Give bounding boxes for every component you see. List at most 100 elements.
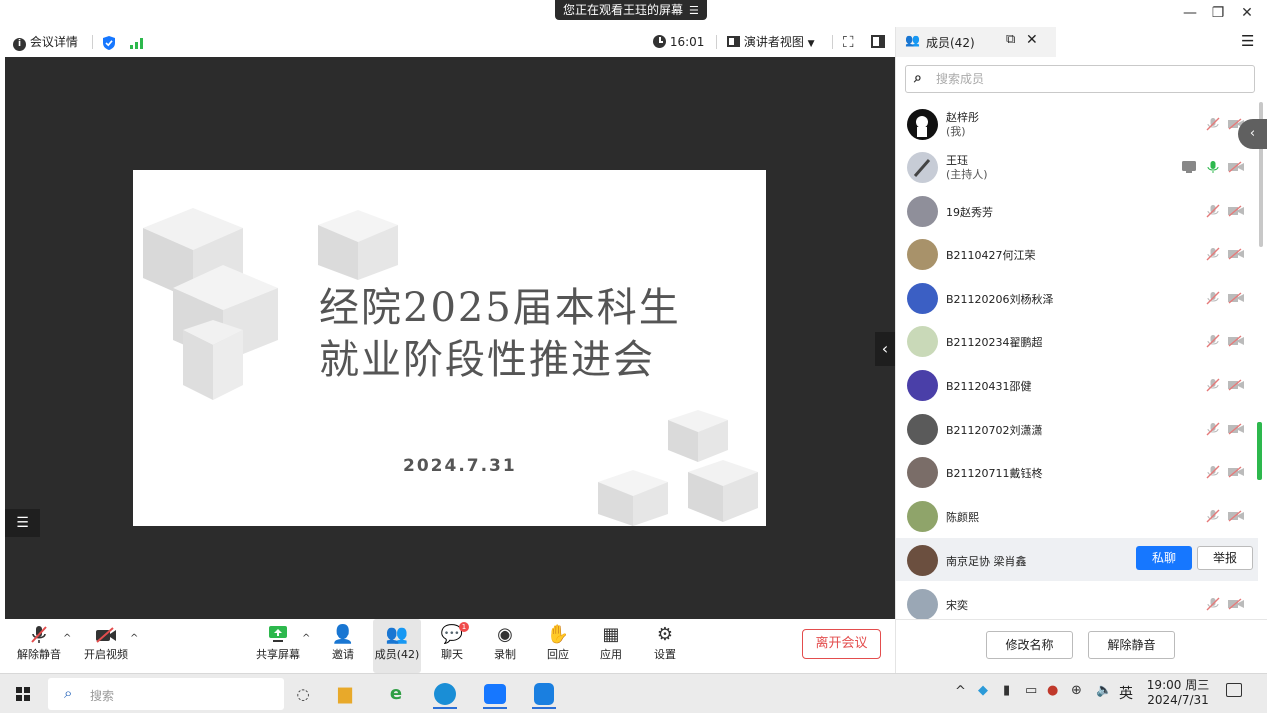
invite-button[interactable]: 👤 邀请 xyxy=(313,619,373,673)
list-item[interactable]: B21120431邵健 xyxy=(896,363,1258,406)
member-search-input[interactable] xyxy=(936,70,1236,88)
report-button[interactable]: 举报 xyxy=(1197,546,1253,570)
signal-strength-icon[interactable] xyxy=(129,27,145,57)
task-view-icon[interactable]: ◌ xyxy=(285,679,321,709)
meeting-details-button[interactable]: i 会议详情 xyxy=(13,27,78,57)
camera-off-icon[interactable] xyxy=(1228,466,1244,478)
browser-ie-icon[interactable]: e xyxy=(378,679,414,709)
tray-security-icon[interactable]: ● xyxy=(1047,683,1058,698)
panel-collapse-button[interactable]: ‹ xyxy=(1238,119,1267,149)
start-video-button[interactable]: 开启视频 xyxy=(76,619,136,673)
members-button[interactable]: 👥 成员(42) xyxy=(373,619,421,673)
volume-icon[interactable]: 🔈 xyxy=(1096,683,1112,698)
list-item[interactable]: B2110427何江荣 xyxy=(896,232,1258,275)
notification-icon[interactable] xyxy=(1226,683,1242,697)
list-item[interactable]: B21120702刘潇潇 xyxy=(896,407,1258,450)
list-item[interactable]: 19赵秀芳 xyxy=(896,189,1258,232)
member-name: 19赵秀芳 xyxy=(946,206,993,219)
list-item[interactable]: B21120711戴钰柊 xyxy=(896,450,1258,493)
restore-icon[interactable]: ❐ xyxy=(1208,3,1228,23)
list-item[interactable]: B21120206刘杨秋泽 xyxy=(896,276,1258,319)
chat-label: 聊天 xyxy=(441,648,463,661)
mic-off-icon[interactable] xyxy=(1206,247,1220,261)
unmute-button[interactable]: 解除静音 xyxy=(9,619,69,673)
list-item[interactable]: 陈颜熙 xyxy=(896,494,1258,537)
unmute-all-button[interactable]: 解除静音 xyxy=(1088,631,1175,659)
caret-up-icon[interactable]: ^ xyxy=(130,633,138,644)
list-menu-icon[interactable]: ☰ xyxy=(5,509,40,537)
sidebar-toggle-icon[interactable] xyxy=(871,27,885,57)
mic-off-icon[interactable] xyxy=(1206,117,1220,131)
edge-browser-icon[interactable] xyxy=(427,679,463,709)
camera-off-icon[interactable] xyxy=(1228,205,1244,217)
member-name: B21120234翟鹏超 xyxy=(946,336,1043,349)
list-item[interactable]: 南京足协 梁肖鑫 私聊 举报 xyxy=(896,538,1258,581)
leave-meeting-button[interactable]: 离开会议 xyxy=(802,629,881,659)
list-item[interactable]: 宋奕 xyxy=(896,582,1258,619)
chat-button[interactable]: 💬 1 聊天 xyxy=(422,619,482,673)
screen-share-notice[interactable]: 您正在观看王珏的屏幕 ☰ xyxy=(555,0,707,20)
meeting-app-icon[interactable] xyxy=(477,679,513,709)
camera-off-icon[interactable] xyxy=(1228,292,1244,304)
taskbar-clock[interactable]: 19:00 周三 2024/7/31 xyxy=(1143,678,1213,708)
tray-microphone-icon[interactable]: ▮ xyxy=(1003,683,1010,698)
tray-app-icon[interactable]: ◆ xyxy=(978,683,988,698)
caret-up-icon[interactable]: ^ xyxy=(302,633,310,644)
tray-chevron-up-icon[interactable]: ^ xyxy=(955,684,966,699)
rename-button[interactable]: 修改名称 xyxy=(986,631,1073,659)
record-label: 录制 xyxy=(494,648,516,661)
mic-off-icon[interactable] xyxy=(1206,422,1220,436)
members-tab[interactable]: 👥 成员(42) ⧉ ✕ xyxy=(896,27,1056,57)
mic-off-icon[interactable] xyxy=(1206,378,1220,392)
avatar xyxy=(907,414,938,445)
share-screen-button[interactable]: 共享屏幕 xyxy=(248,619,308,673)
camera-off-icon[interactable] xyxy=(1228,335,1244,347)
camera-off-icon[interactable] xyxy=(1228,510,1244,522)
avatar xyxy=(907,589,938,619)
battery-icon[interactable]: ▭ xyxy=(1025,683,1037,698)
settings-button[interactable]: ⚙ 设置 xyxy=(635,619,695,673)
slide-title: 经院2025届本科生 就业阶段性推进会 xyxy=(319,282,739,386)
tablet-app-icon[interactable] xyxy=(526,679,562,709)
member-search[interactable]: ⌕ xyxy=(905,65,1255,93)
close-icon[interactable]: ✕ xyxy=(1026,32,1038,48)
share-screen-icon xyxy=(248,619,308,647)
file-explorer-icon[interactable]: ▆ xyxy=(327,679,363,709)
mic-active-icon[interactable] xyxy=(1206,160,1220,174)
mic-off-icon[interactable] xyxy=(1206,291,1220,305)
member-name: 陈颜熙 xyxy=(946,511,979,524)
private-chat-button[interactable]: 私聊 xyxy=(1136,546,1192,570)
panel-menu-icon[interactable]: ☰ xyxy=(1241,32,1254,50)
taskbar-search[interactable]: ⌕ 搜索 xyxy=(48,678,284,710)
list-item[interactable]: 赵梓彤 (我) xyxy=(896,102,1258,145)
avatar xyxy=(907,545,938,576)
close-icon[interactable]: ✕ xyxy=(1237,3,1257,23)
mic-off-icon[interactable] xyxy=(1206,204,1220,218)
network-icon[interactable]: ⊕ xyxy=(1071,683,1082,698)
camera-off-icon[interactable] xyxy=(1228,598,1244,610)
mic-off-icon[interactable] xyxy=(1206,334,1220,348)
list-item[interactable]: 王珏 (主持人) xyxy=(896,145,1258,188)
mic-off-icon xyxy=(9,619,69,647)
camera-off-icon[interactable] xyxy=(1228,248,1244,260)
popout-icon[interactable]: ⧉ xyxy=(1006,32,1015,47)
apps-button[interactable]: ▦ 应用 xyxy=(581,619,641,673)
list-item[interactable]: B21120234翟鹏超 xyxy=(896,319,1258,362)
camera-off-icon[interactable] xyxy=(1228,161,1244,173)
apps-label: 应用 xyxy=(600,648,622,661)
react-button[interactable]: ✋ 回应 xyxy=(528,619,588,673)
caret-up-icon[interactable]: ^ xyxy=(63,633,71,644)
input-method-indicator[interactable]: 英 xyxy=(1119,683,1133,703)
mic-off-icon[interactable] xyxy=(1206,597,1220,611)
security-shield-icon[interactable] xyxy=(102,27,116,57)
mic-off-icon[interactable] xyxy=(1206,509,1220,523)
windows-start-icon[interactable] xyxy=(16,687,30,704)
view-mode-dropdown[interactable]: 演讲者视图 ▼ xyxy=(727,27,815,57)
camera-off-icon[interactable] xyxy=(1228,423,1244,435)
mic-off-icon[interactable] xyxy=(1206,465,1220,479)
minimize-icon[interactable]: — xyxy=(1180,3,1200,23)
collapse-panel-button[interactable]: ‹ xyxy=(875,332,895,366)
record-button[interactable]: ◉ 录制 xyxy=(475,619,535,673)
fullscreen-icon[interactable]: ⛶ xyxy=(843,27,854,57)
camera-off-icon[interactable] xyxy=(1228,379,1244,391)
